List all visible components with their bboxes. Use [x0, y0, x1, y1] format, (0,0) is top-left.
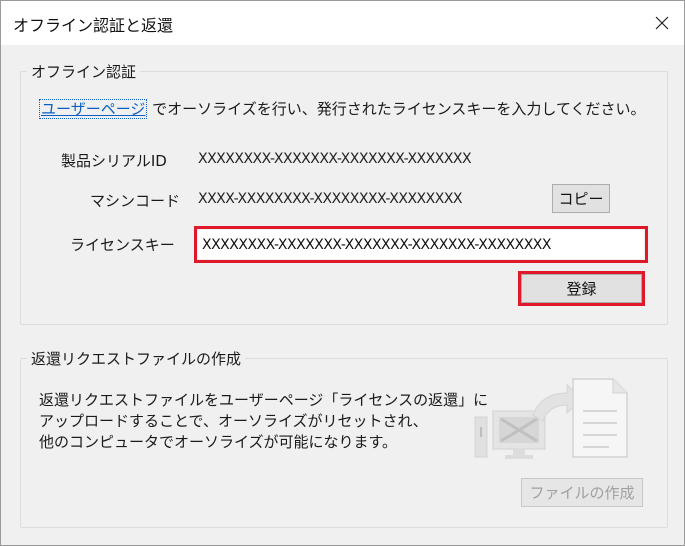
offline-auth-legend: オフライン認証 — [27, 61, 141, 82]
desc-line: 返還リクエストファイルをユーザーページ「ライセンスの返還」に — [39, 391, 489, 409]
register-button-label: 登録 — [566, 280, 597, 298]
serial-value: XXXXXXXX-XXXXXXX-XXXXXXX-XXXXXXX — [198, 151, 472, 167]
close-button[interactable] — [640, 1, 684, 45]
instruction-text: ユーザーページ でオーソライズを行い、発行されたライセンスキーを入力してください… — [39, 98, 646, 119]
title-bar: オフライン認証と返還 — [1, 1, 684, 45]
create-file-button-label: ファイルの作成 — [529, 484, 635, 502]
license-key-value: XXXXXXXX-XXXXXXX-XXXXXXX-XXXXXXX-XXXXXXX… — [202, 236, 552, 253]
close-icon — [655, 16, 669, 30]
user-page-link[interactable]: ユーザーページ — [39, 99, 148, 119]
copy-button[interactable]: コピー — [552, 184, 610, 213]
return-request-legend: 返還リクエストファイルの作成 — [27, 348, 246, 369]
return-description: 返還リクエストファイルをユーザーページ「ライセンスの返還」に アップロードするこ… — [39, 390, 488, 453]
create-file-button[interactable]: ファイルの作成 — [521, 478, 643, 507]
machine-code-value: XXXX-XXXXXXXX-XXXXXXXX-XXXXXXXX — [198, 191, 463, 207]
instruction-rest: でオーソライズを行い、発行されたライセンスキーを入力してください。 — [147, 100, 646, 118]
window-title: オフライン認証と返還 — [13, 16, 174, 35]
register-button[interactable]: 登録 — [521, 274, 642, 303]
machine-code-label: マシンコード — [90, 192, 181, 210]
serial-label: 製品シリアルID — [61, 152, 167, 170]
copy-button-label: コピー — [558, 190, 604, 208]
return-file-illustration-icon — [474, 378, 628, 459]
desc-line: アップロードすることで、オーソライズがリセットされ、 — [39, 412, 428, 430]
dialog-window: オフライン認証と返還 オフライン認証 ユーザーページ でオーソライズを行い、発行… — [0, 0, 685, 546]
license-key-input[interactable]: XXXXXXXX-XXXXXXX-XXXXXXX-XXXXXXX-XXXXXXX… — [198, 230, 644, 259]
desc-line: 他のコンピュータでオーソライズが可能になります。 — [39, 433, 398, 451]
license-key-label: ライセンスキー — [70, 236, 175, 254]
